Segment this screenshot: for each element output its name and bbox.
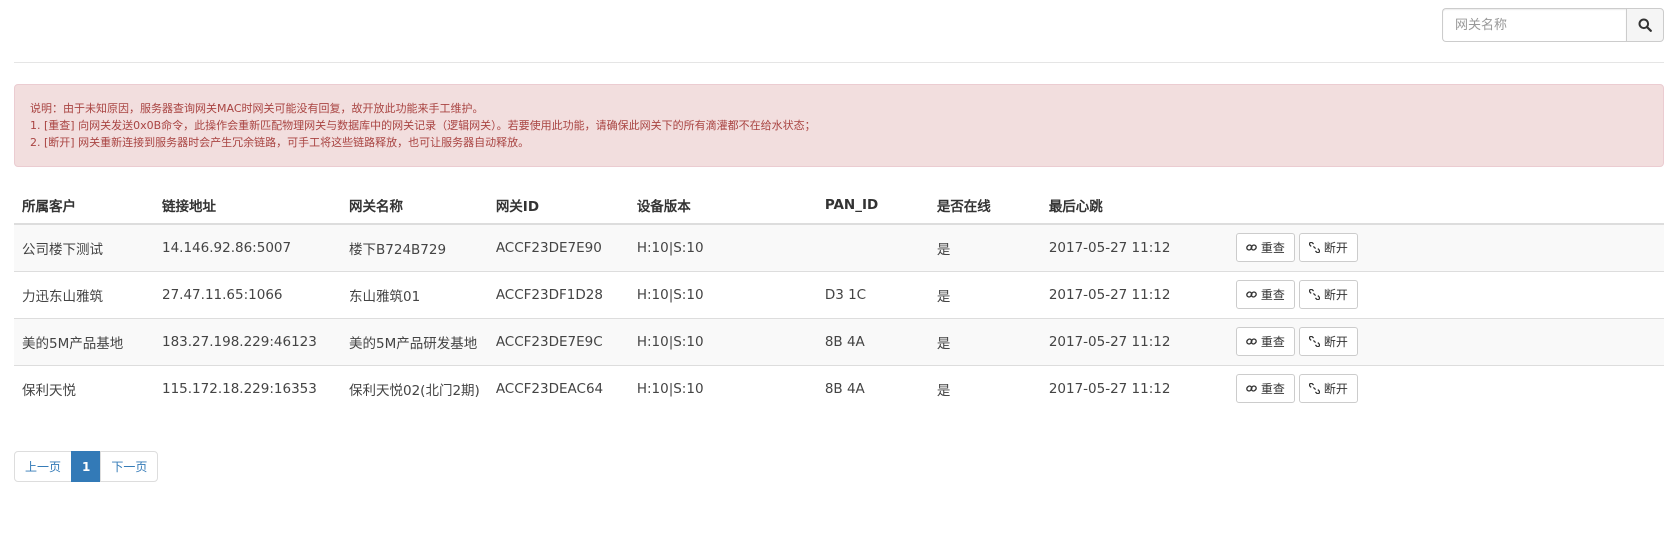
- recheck-label: 重查: [1260, 382, 1285, 397]
- recheck-label: 重查: [1260, 241, 1285, 256]
- recheck-label: 重查: [1260, 288, 1285, 302]
- current-page-link[interactable]: 1: [71, 451, 102, 482]
- link-icon: [1245, 385, 1257, 392]
- unlink-icon: [1308, 383, 1320, 395]
- column-header-gateway-name: 网关名称: [341, 186, 488, 225]
- cell-online: 是: [928, 364, 1041, 412]
- gateway-table: 所属客户 链接地址 网关名称 网关ID 设备版本 PAN_ID 是否在线 最后心…: [14, 186, 1664, 412]
- notice-line: 2. [断开] 网关重新连接到服务器时会产生冗余链路，可手工将这些链路释放，也可…: [30, 136, 530, 149]
- cell-device-version: H:10|S:10: [628, 223, 817, 271]
- cell-online: 是: [928, 223, 1041, 271]
- cell-online: 是: [928, 270, 1041, 318]
- column-header-actions: [1227, 186, 1664, 225]
- search-icon: [1638, 18, 1652, 32]
- notice-alert: 说明：由于未知原因，服务器查询网关MAC时网关可能没有回复，故开放此功能来手工维…: [14, 84, 1664, 167]
- cell-gateway-id: ACCF23DE7E90: [487, 223, 629, 271]
- cell-gateway-name: 东山雅筑01: [341, 270, 488, 318]
- disconnect-button[interactable]: 断开: [1298, 374, 1358, 404]
- prev-page-link[interactable]: 上一页: [14, 451, 73, 482]
- recheck-button[interactable]: 重查: [1235, 233, 1295, 263]
- cell-pan-id: D3 1C: [816, 270, 929, 318]
- search-group: [1442, 8, 1664, 42]
- unlink-icon: [1308, 242, 1320, 254]
- disconnect-button[interactable]: 断开: [1298, 233, 1358, 263]
- cell-actions: 重查 断开: [1227, 270, 1664, 318]
- disconnect-label: 断开: [1323, 288, 1348, 302]
- table-body: 公司楼下测试 14.146.92.86:5007 楼下B724B729 ACCF…: [14, 223, 1664, 412]
- cell-last-heartbeat: 2017-05-27 11:12: [1040, 317, 1228, 365]
- cell-customer: 美的5M产品基地: [14, 317, 154, 365]
- cell-address: 115.172.18.229:16353: [154, 364, 341, 412]
- cell-gateway-name: 美的5M产品研发基地: [341, 317, 488, 365]
- cell-address: 14.146.92.86:5007: [154, 223, 341, 271]
- cell-gateway-id: ACCF23DE7E9C: [487, 317, 629, 365]
- cell-pan-id: 8B 4A: [816, 317, 929, 365]
- disconnect-button[interactable]: 断开: [1298, 327, 1358, 356]
- cell-device-version: H:10|S:10: [628, 270, 817, 318]
- cell-address: 183.27.198.229:46123: [154, 317, 341, 365]
- cell-customer: 保利天悦: [14, 364, 154, 412]
- table-row: 保利天悦 115.172.18.229:16353 保利天悦02(北门2期) A…: [14, 364, 1664, 412]
- cell-device-version: H:10|S:10: [628, 364, 817, 412]
- cell-online: 是: [928, 317, 1041, 365]
- table-row: 力迅东山雅筑 27.47.11.65:1066 东山雅筑01 ACCF23DF1…: [14, 270, 1664, 318]
- cell-customer: 公司楼下测试: [14, 223, 154, 271]
- table-row: 公司楼下测试 14.146.92.86:5007 楼下B724B729 ACCF…: [14, 223, 1664, 271]
- link-icon: [1245, 291, 1257, 298]
- column-header-last-heartbeat: 最后心跳: [1040, 186, 1228, 225]
- unlink-icon: [1308, 289, 1320, 300]
- column-header-address: 链接地址: [154, 186, 341, 225]
- column-header-pan-id: PAN_ID: [816, 186, 929, 225]
- cell-actions: 重查 断开: [1227, 317, 1664, 365]
- recheck-button[interactable]: 重查: [1235, 280, 1295, 309]
- recheck-label: 重查: [1260, 335, 1285, 349]
- cell-last-heartbeat: 2017-05-27 11:12: [1040, 364, 1228, 412]
- column-header-gateway-id: 网关ID: [487, 186, 629, 225]
- search-button[interactable]: [1626, 8, 1664, 42]
- cell-actions: 重查 断开: [1227, 364, 1664, 412]
- disconnect-label: 断开: [1323, 241, 1348, 256]
- link-icon: [1245, 338, 1257, 345]
- header-divider: [14, 62, 1664, 63]
- cell-gateway-id: ACCF23DF1D28: [487, 270, 629, 318]
- search-input[interactable]: [1442, 8, 1626, 42]
- next-page-link[interactable]: 下一页: [100, 451, 159, 482]
- link-icon: [1245, 244, 1257, 251]
- disconnect-label: 断开: [1323, 335, 1348, 349]
- unlink-icon: [1308, 336, 1320, 347]
- recheck-button[interactable]: 重查: [1235, 327, 1295, 356]
- column-header-online: 是否在线: [928, 186, 1041, 225]
- column-header-device-version: 设备版本: [628, 186, 817, 225]
- cell-gateway-name: 保利天悦02(北门2期): [341, 364, 488, 412]
- notice-line: 说明：由于未知原因，服务器查询网关MAC时网关可能没有回复，故开放此功能来手工维…: [30, 102, 484, 115]
- disconnect-button[interactable]: 断开: [1298, 280, 1358, 309]
- cell-gateway-id: ACCF23DEAC64: [487, 364, 629, 412]
- cell-last-heartbeat: 2017-05-27 11:12: [1040, 270, 1228, 318]
- column-header-customer: 所属客户: [14, 186, 154, 225]
- cell-address: 27.47.11.65:1066: [154, 270, 341, 318]
- cell-device-version: H:10|S:10: [628, 317, 817, 365]
- table-header: 所属客户 链接地址 网关名称 网关ID 设备版本 PAN_ID 是否在线 最后心…: [14, 186, 1664, 225]
- pagination: 上一页 1 下一页: [14, 451, 159, 482]
- cell-gateway-name: 楼下B724B729: [341, 223, 488, 271]
- cell-actions: 重查 断开: [1227, 223, 1664, 271]
- table-header-row: 所属客户 链接地址 网关名称 网关ID 设备版本 PAN_ID 是否在线 最后心…: [14, 186, 1664, 225]
- cell-last-heartbeat: 2017-05-27 11:12: [1040, 223, 1228, 271]
- recheck-button[interactable]: 重查: [1235, 374, 1295, 404]
- disconnect-label: 断开: [1323, 382, 1348, 397]
- cell-pan-id: [816, 223, 929, 271]
- cell-pan-id: 8B 4A: [816, 364, 929, 412]
- gateway-page: 说明：由于未知原因，服务器查询网关MAC时网关可能没有回复，故开放此功能来手工维…: [0, 0, 1674, 553]
- notice-line: 1. [重查] 向网关发送0x0B命令，此操作会重新匹配物理网关与数据库中的网关…: [30, 119, 816, 132]
- table-row: 美的5M产品基地 183.27.198.229:46123 美的5M产品研发基地…: [14, 317, 1664, 365]
- cell-customer: 力迅东山雅筑: [14, 270, 154, 318]
